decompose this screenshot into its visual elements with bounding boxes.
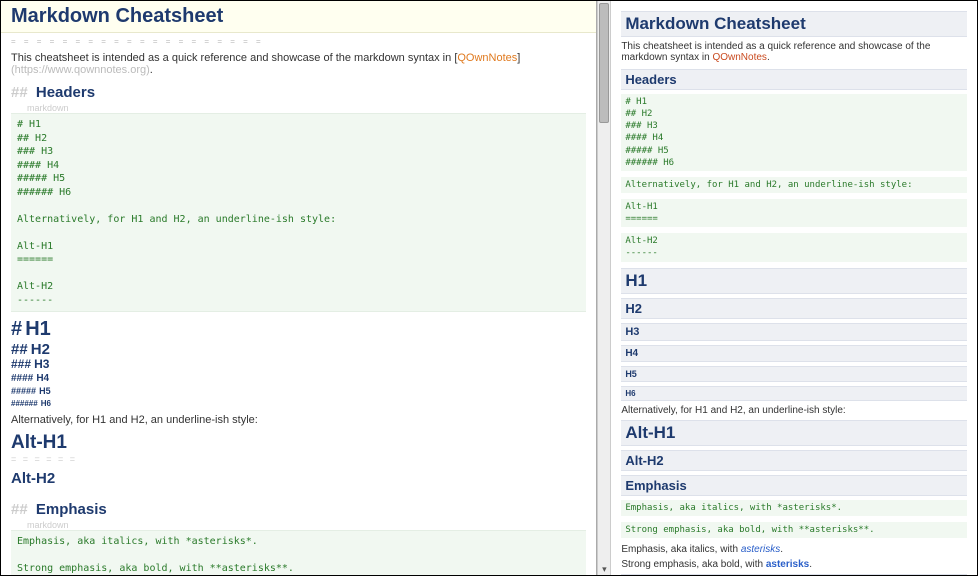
preview-h1: H1 xyxy=(621,268,967,294)
code-lang-label-2: markdown xyxy=(27,520,586,530)
alt-h1: Alt-H1 xyxy=(11,432,586,454)
section-heading-headers: ## Headers xyxy=(11,84,586,101)
preview-alt-h1-code: Alt-H1 ====== xyxy=(621,199,967,227)
alt-style-line: Alternatively, for H1 and H2, an underli… xyxy=(11,414,586,426)
preview-sec-emphasis: Emphasis xyxy=(621,475,967,496)
preview-emph-code2: Strong emphasis, aka bold, with **asteri… xyxy=(621,522,967,538)
editor-pane[interactable]: Markdown Cheatsheet = = = = = = = = = = … xyxy=(1,1,597,575)
scroll-down-icon[interactable]: ▾ xyxy=(598,563,610,575)
scroll-thumb[interactable] xyxy=(599,3,609,123)
preview-sec-lists: Lists xyxy=(621,574,967,575)
preview-emph-body2: Strong emphasis, aka bold, with asterisk… xyxy=(621,559,967,570)
rendered-h1: # H1 xyxy=(11,318,586,341)
emphasis-code-block[interactable]: Emphasis, aka italics, with *asterisks*.… xyxy=(11,530,586,575)
preview-alt-code-line: Alternatively, for H1 and H2, an underli… xyxy=(621,177,967,193)
preview-alt-body-line: Alternatively, for H1 and H2, an underli… xyxy=(621,405,967,416)
preview-alt-h2: Alt-H2 xyxy=(621,450,967,471)
rendered-h6: ###### H6 xyxy=(11,397,586,410)
preview-h4: H4 xyxy=(621,345,967,362)
title-highlight: Markdown Cheatsheet xyxy=(1,1,596,33)
preview-title: Markdown Cheatsheet xyxy=(621,11,967,37)
preview-alt-h1: Alt-H1 xyxy=(621,420,967,446)
preview-emph-body1: Emphasis, aka italics, with asterisks. xyxy=(621,544,967,555)
rendered-h3: ### H3 xyxy=(11,358,586,372)
preview-h5: H5 xyxy=(621,366,967,382)
intro-link[interactable]: QOwnNotes xyxy=(457,52,517,64)
alt-h1-rule: = = = = = = xyxy=(11,454,586,464)
intro-text: This cheatsheet is intended as a quick r… xyxy=(11,52,586,76)
preview-intro-link[interactable]: QOwnNotes xyxy=(712,52,766,63)
preview-headers-code: # H1 ## H2 ### H3 #### H4 ##### H5 #####… xyxy=(621,94,967,171)
preview-intro: This cheatsheet is intended as a quick r… xyxy=(621,41,967,63)
alt-h2: Alt-H2 xyxy=(11,470,586,487)
doc-title: Markdown Cheatsheet xyxy=(11,5,586,28)
rendered-h4: #### H4 xyxy=(11,372,586,385)
title-ruler: = = = = = = = = = = = = = = = = = = = = xyxy=(11,37,586,46)
preview-alt-h2-code: Alt-H2 ------ xyxy=(621,233,967,261)
preview-pane[interactable]: Markdown Cheatsheet This cheatsheet is i… xyxy=(611,1,977,575)
preview-sec-headers: Headers xyxy=(621,69,967,90)
preview-h3: H3 xyxy=(621,323,967,341)
rendered-h2: ## H2 xyxy=(11,341,586,358)
headers-code-block[interactable]: # H1 ## H2 ### H3 #### H4 ##### H5 #####… xyxy=(11,113,586,312)
rendered-h5: ##### H5 xyxy=(11,385,586,398)
section-heading-emphasis: ## Emphasis xyxy=(11,501,586,518)
code-lang-label: markdown xyxy=(27,103,586,113)
editor-scrollbar[interactable]: ▴ ▾ xyxy=(597,1,611,575)
preview-emph-code1: Emphasis, aka italics, with *asterisks*. xyxy=(621,500,967,516)
preview-h6: H6 xyxy=(621,386,967,401)
preview-h2: H2 xyxy=(621,298,967,319)
